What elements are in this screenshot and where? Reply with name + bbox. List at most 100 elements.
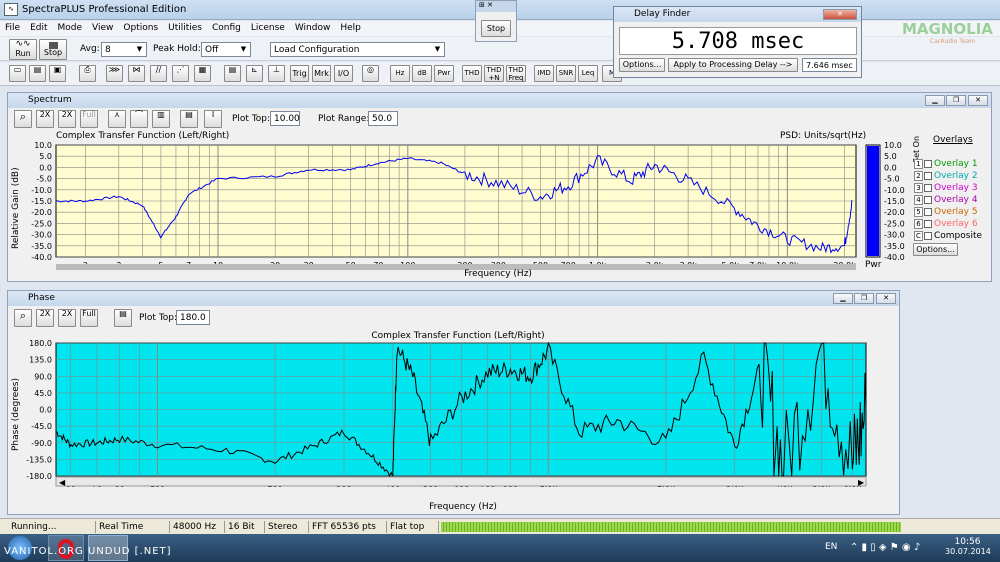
menu-view[interactable]: View bbox=[87, 21, 118, 36]
overlay-1[interactable]: 1 Overlay 1 bbox=[914, 159, 978, 169]
y-tick-label: -20.0 bbox=[31, 208, 52, 217]
spectrogram-icon[interactable]: ▦ bbox=[194, 65, 211, 82]
run-button[interactable]: ∿∿ Run bbox=[9, 39, 37, 60]
level-meter bbox=[441, 522, 901, 532]
toolbar-btn-2[interactable]: Pwr bbox=[434, 65, 454, 82]
overlay-label: Overlay 3 bbox=[934, 183, 978, 193]
delay-options-button[interactable]: Options... bbox=[619, 58, 665, 72]
close-icon[interactable]: ✕ bbox=[823, 9, 857, 20]
y-tick-label: 45.0 bbox=[34, 389, 52, 398]
toolbar-btn-8[interactable]: Leq bbox=[578, 65, 598, 82]
phase-xlabel: Frequency (Hz) bbox=[429, 502, 497, 512]
apply-delay-button[interactable]: Apply to Processing Delay --> bbox=[668, 58, 798, 72]
scroll-left-icon: ◀ bbox=[59, 478, 66, 487]
overlay-set-button[interactable]: 5 bbox=[914, 207, 923, 217]
overlay-checkbox[interactable] bbox=[924, 183, 932, 192]
overlay-checkbox[interactable] bbox=[924, 207, 932, 216]
print-icon[interactable]: ⎙ bbox=[79, 65, 96, 82]
status-fft: FFT 65536 pts bbox=[309, 521, 387, 533]
menu-mode[interactable]: Mode bbox=[53, 21, 88, 36]
marker-icon[interactable]: ⊥ bbox=[268, 65, 285, 82]
overlay-2[interactable]: 2 Overlay 2 bbox=[914, 171, 978, 181]
overlay-set-button[interactable]: 4 bbox=[914, 195, 923, 205]
clock[interactable]: 10:56 30.07.2014 bbox=[945, 537, 991, 556]
overlay-checkbox[interactable] bbox=[924, 219, 932, 228]
toolbar-btn-4[interactable]: THD +N bbox=[484, 65, 504, 82]
phase-chart: 180.0 135.0 90.0 45.0 0.0 -45.0 -90.0 -135.0 -18… bbox=[26, 339, 867, 489]
menu-file[interactable]: File bbox=[0, 21, 25, 36]
overlay-set-button[interactable]: 6 bbox=[914, 219, 923, 229]
spectrum-icon[interactable]: ⋰ bbox=[172, 65, 189, 82]
stop-window-titlebar: ⊞ ✕ bbox=[476, 1, 516, 12]
trig-button[interactable]: Trig bbox=[290, 65, 309, 82]
y-tick-label: -5.0 bbox=[36, 175, 52, 184]
plot-scale-icon[interactable]: ⊾ bbox=[246, 65, 263, 82]
delay-field[interactable]: 7.646 msec bbox=[802, 58, 857, 72]
overlay-set-button[interactable]: 2 bbox=[914, 171, 923, 181]
avg-label: Avg: bbox=[80, 44, 100, 54]
language-indicator[interactable]: EN bbox=[825, 542, 837, 552]
toolbar-btn-0[interactable]: Hz bbox=[390, 65, 410, 82]
stop-button[interactable]: Stop bbox=[39, 39, 67, 60]
status-bar: Running... Real Time 48000 Hz 16 Bit Ste… bbox=[0, 518, 1000, 534]
overlay-checkbox[interactable] bbox=[924, 195, 932, 204]
overlay-label: Overlay 2 bbox=[934, 171, 978, 181]
table-icon[interactable]: ▤ bbox=[224, 65, 241, 82]
overlay-5[interactable]: 5 Overlay 5 bbox=[914, 207, 978, 217]
overlay-checkbox[interactable] bbox=[924, 159, 932, 168]
menu-utilities[interactable]: Utilities bbox=[163, 21, 207, 36]
overlay-set-button[interactable]: 3 bbox=[914, 183, 923, 193]
pwr-tick-label: -20.0 bbox=[884, 208, 905, 217]
y-tick-label: -15.0 bbox=[31, 197, 52, 206]
toolbar-btn-6[interactable]: IMD bbox=[534, 65, 554, 82]
peak-hold-label: Peak Hold: bbox=[153, 44, 201, 54]
menu-edit[interactable]: Edit bbox=[25, 21, 52, 36]
open-folder-icon[interactable]: ▤ bbox=[29, 65, 46, 82]
waveform-icon[interactable]: ⋈ bbox=[128, 65, 145, 82]
menu-config[interactable]: Config bbox=[207, 21, 246, 36]
y-tick-label: -90.0 bbox=[31, 439, 52, 448]
mrk-button[interactable]: Mrk bbox=[312, 65, 331, 82]
y-tick-label: -30.0 bbox=[31, 231, 52, 240]
overlay-checkbox[interactable] bbox=[924, 171, 932, 180]
y-tick-label: 10.0 bbox=[34, 141, 52, 150]
tray-icons[interactable]: ⌃ ▮ ▯ ◈ ⚑ ◉ ♪ bbox=[850, 542, 920, 553]
y-tick-label: 5.0 bbox=[39, 152, 52, 161]
menu-window[interactable]: Window bbox=[290, 21, 336, 36]
signal-gen-icon[interactable]: ⋙ bbox=[106, 65, 123, 82]
overlay-options-button[interactable]: Options... bbox=[913, 243, 958, 256]
app-title: SpectraPLUS Professional Edition bbox=[22, 4, 187, 15]
toolbar-btn-1[interactable]: dB bbox=[412, 65, 432, 82]
save-icon[interactable]: ▣ bbox=[49, 65, 66, 82]
phase-scrollbar bbox=[55, 476, 867, 487]
io-button[interactable]: I/O bbox=[334, 65, 353, 82]
overlay-set-button[interactable]: 1 bbox=[914, 159, 923, 169]
status-mode: Real Time bbox=[96, 521, 170, 533]
avg-select[interactable]: 8 ▼ bbox=[101, 42, 147, 57]
pwr-tick-label: -10.0 bbox=[884, 186, 905, 195]
load-config-select[interactable]: Load Configuration ▼ bbox=[270, 42, 445, 57]
toolbar-btn-7[interactable]: SNR bbox=[556, 65, 576, 82]
overlay-checkbox[interactable] bbox=[924, 231, 932, 240]
menu-license[interactable]: License bbox=[246, 21, 290, 36]
toolbar-btn-3[interactable]: THD bbox=[462, 65, 482, 82]
sine-icon[interactable]: ◎ bbox=[362, 65, 379, 82]
overlay-6[interactable]: 6 Overlay 6 bbox=[914, 219, 978, 229]
menu-options[interactable]: Options bbox=[118, 21, 163, 36]
chevron-down-icon: ▼ bbox=[434, 45, 441, 53]
toolbar-btn-5[interactable]: THD Freq bbox=[506, 65, 526, 82]
status-state: Running... bbox=[8, 521, 96, 533]
pwr-label: Pwr bbox=[865, 260, 882, 270]
overlay-set-button[interactable]: C bbox=[914, 231, 923, 241]
peak-hold-select[interactable]: Off ▼ bbox=[201, 42, 251, 57]
overlay-C[interactable]: C Composite bbox=[914, 231, 982, 241]
stop-window: ⊞ ✕ Stop bbox=[475, 0, 517, 42]
new-file-icon[interactable]: ▭ bbox=[9, 65, 26, 82]
menu-help[interactable]: Help bbox=[335, 21, 366, 36]
stop-window-button[interactable]: Stop bbox=[481, 20, 511, 37]
filter-icon[interactable]: ∕∕ bbox=[150, 65, 167, 82]
y-tick-label: 135.0 bbox=[29, 356, 52, 365]
overlay-3[interactable]: 3 Overlay 3 bbox=[914, 183, 978, 193]
overlay-4[interactable]: 4 Overlay 4 bbox=[914, 195, 978, 205]
status-channels: Stereo bbox=[265, 521, 309, 533]
